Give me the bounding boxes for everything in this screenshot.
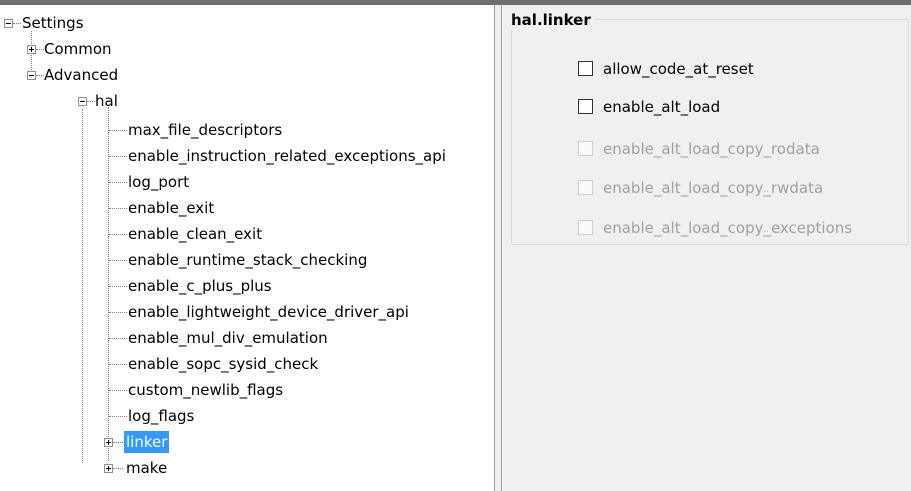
tree-item-enable-clean-exit[interactable]: enable_clean_exit xyxy=(0,221,494,247)
tree-connector xyxy=(109,234,127,235)
checkbox[interactable] xyxy=(578,61,593,76)
tree-item-label: enable_lightweight_device_driver_api xyxy=(128,303,409,321)
tree-connector xyxy=(13,23,21,24)
checkbox[interactable] xyxy=(578,99,593,114)
option-label: allow_code_at_reset xyxy=(603,60,754,78)
tree-item-label: Advanced xyxy=(44,66,119,84)
tree-connector xyxy=(109,260,127,261)
tree-item-advanced[interactable]: Advanced xyxy=(0,62,200,88)
expand-icon[interactable] xyxy=(27,45,36,54)
collapse-icon[interactable] xyxy=(4,19,13,28)
option-label: enable_alt_load_copy_rodata xyxy=(603,140,820,158)
tree-item-label: enable_clean_exit xyxy=(128,225,263,243)
tree-connector xyxy=(109,312,127,313)
tree-item-label: log_port xyxy=(128,173,190,191)
tree-item-label: enable_mul_div_emulation xyxy=(128,329,328,347)
collapse-icon[interactable] xyxy=(78,97,87,106)
tree-item-label: Settings xyxy=(22,14,84,32)
checkbox-disabled xyxy=(578,180,593,195)
checkbox-disabled xyxy=(578,141,593,156)
tree-item-label-selected: linker xyxy=(124,431,170,453)
tree-item-label: log_flags xyxy=(128,407,195,425)
tree-connector xyxy=(109,390,127,391)
tree-item-make[interactable]: make xyxy=(0,455,200,481)
tree-item-label: enable_sopc_sysid_check xyxy=(128,355,319,373)
tree-connector xyxy=(109,416,127,417)
option-label: enable_alt_load_copy_exceptions xyxy=(603,219,853,237)
tree-item-enable-sopc-sysid-check[interactable]: enable_sopc_sysid_check xyxy=(0,351,494,377)
panel-splitter[interactable] xyxy=(494,5,505,491)
tree-item-label: enable_exit xyxy=(128,199,215,217)
tree-item-label: custom_newlib_flags xyxy=(128,381,284,399)
tree-item-enable-runtime-stack-checking[interactable]: enable_runtime_stack_checking xyxy=(0,247,494,273)
tree-item-hal[interactable]: hal xyxy=(0,88,200,114)
tree-item-max-file-descriptors[interactable]: max_file_descriptors xyxy=(0,117,494,143)
tree-connector xyxy=(36,49,44,50)
expand-icon[interactable] xyxy=(104,464,113,473)
tree-item-enable-instruction-related-exceptions-api[interactable]: enable_instruction_related_exceptions_ap… xyxy=(0,143,494,169)
tree-connector xyxy=(109,130,127,131)
tree-item-label: hal xyxy=(95,92,118,110)
tree-connector xyxy=(109,182,127,183)
tree-item-common[interactable]: Common xyxy=(0,36,200,62)
tree-item-label: enable_runtime_stack_checking xyxy=(128,251,368,269)
tree-item-enable-mul-div-emulation[interactable]: enable_mul_div_emulation xyxy=(0,325,494,351)
tree-connector xyxy=(109,156,127,157)
tree-item-enable-exit[interactable]: enable_exit xyxy=(0,195,494,221)
checkbox-disabled xyxy=(578,220,593,235)
tree-connector xyxy=(113,468,123,469)
tree-connector xyxy=(109,286,127,287)
tree-item-enable-lightweight-device-driver-api[interactable]: enable_lightweight_device_driver_api xyxy=(0,299,494,325)
tree-connector xyxy=(109,208,127,209)
tree-item-log-port[interactable]: log_port xyxy=(0,169,494,195)
tree-connector xyxy=(87,101,95,102)
tree-item-custom-newlib-flags[interactable]: custom_newlib_flags xyxy=(0,377,494,403)
tree-item-label: Common xyxy=(44,40,112,58)
settings-tree[interactable]: Settings Common Advanced hal max_file_de… xyxy=(0,5,494,491)
tree-item-linker[interactable]: linker xyxy=(0,429,200,455)
tree-connector xyxy=(109,338,127,339)
option-label: enable_alt_load xyxy=(603,98,721,116)
tree-item-settings[interactable]: Settings xyxy=(0,10,200,36)
tree-item-label: enable_c_plus_plus xyxy=(128,277,272,295)
tree-item-log-flags[interactable]: log_flags xyxy=(0,403,494,429)
tree-connector xyxy=(36,75,44,76)
tree-connector xyxy=(113,442,123,443)
expand-icon[interactable] xyxy=(104,438,113,447)
option-label: enable_alt_load_copy_rwdata xyxy=(603,179,824,197)
group-title: hal.linker xyxy=(509,10,595,30)
tree-item-label: enable_instruction_related_exceptions_ap… xyxy=(128,147,446,165)
tree-connector xyxy=(109,364,127,365)
linker-group-box xyxy=(511,19,909,245)
tree-item-label: make xyxy=(126,459,168,477)
tree-item-label: max_file_descriptors xyxy=(128,121,283,139)
tree-item-enable-c-plus-plus[interactable]: enable_c_plus_plus xyxy=(0,273,494,299)
collapse-icon[interactable] xyxy=(27,71,36,80)
